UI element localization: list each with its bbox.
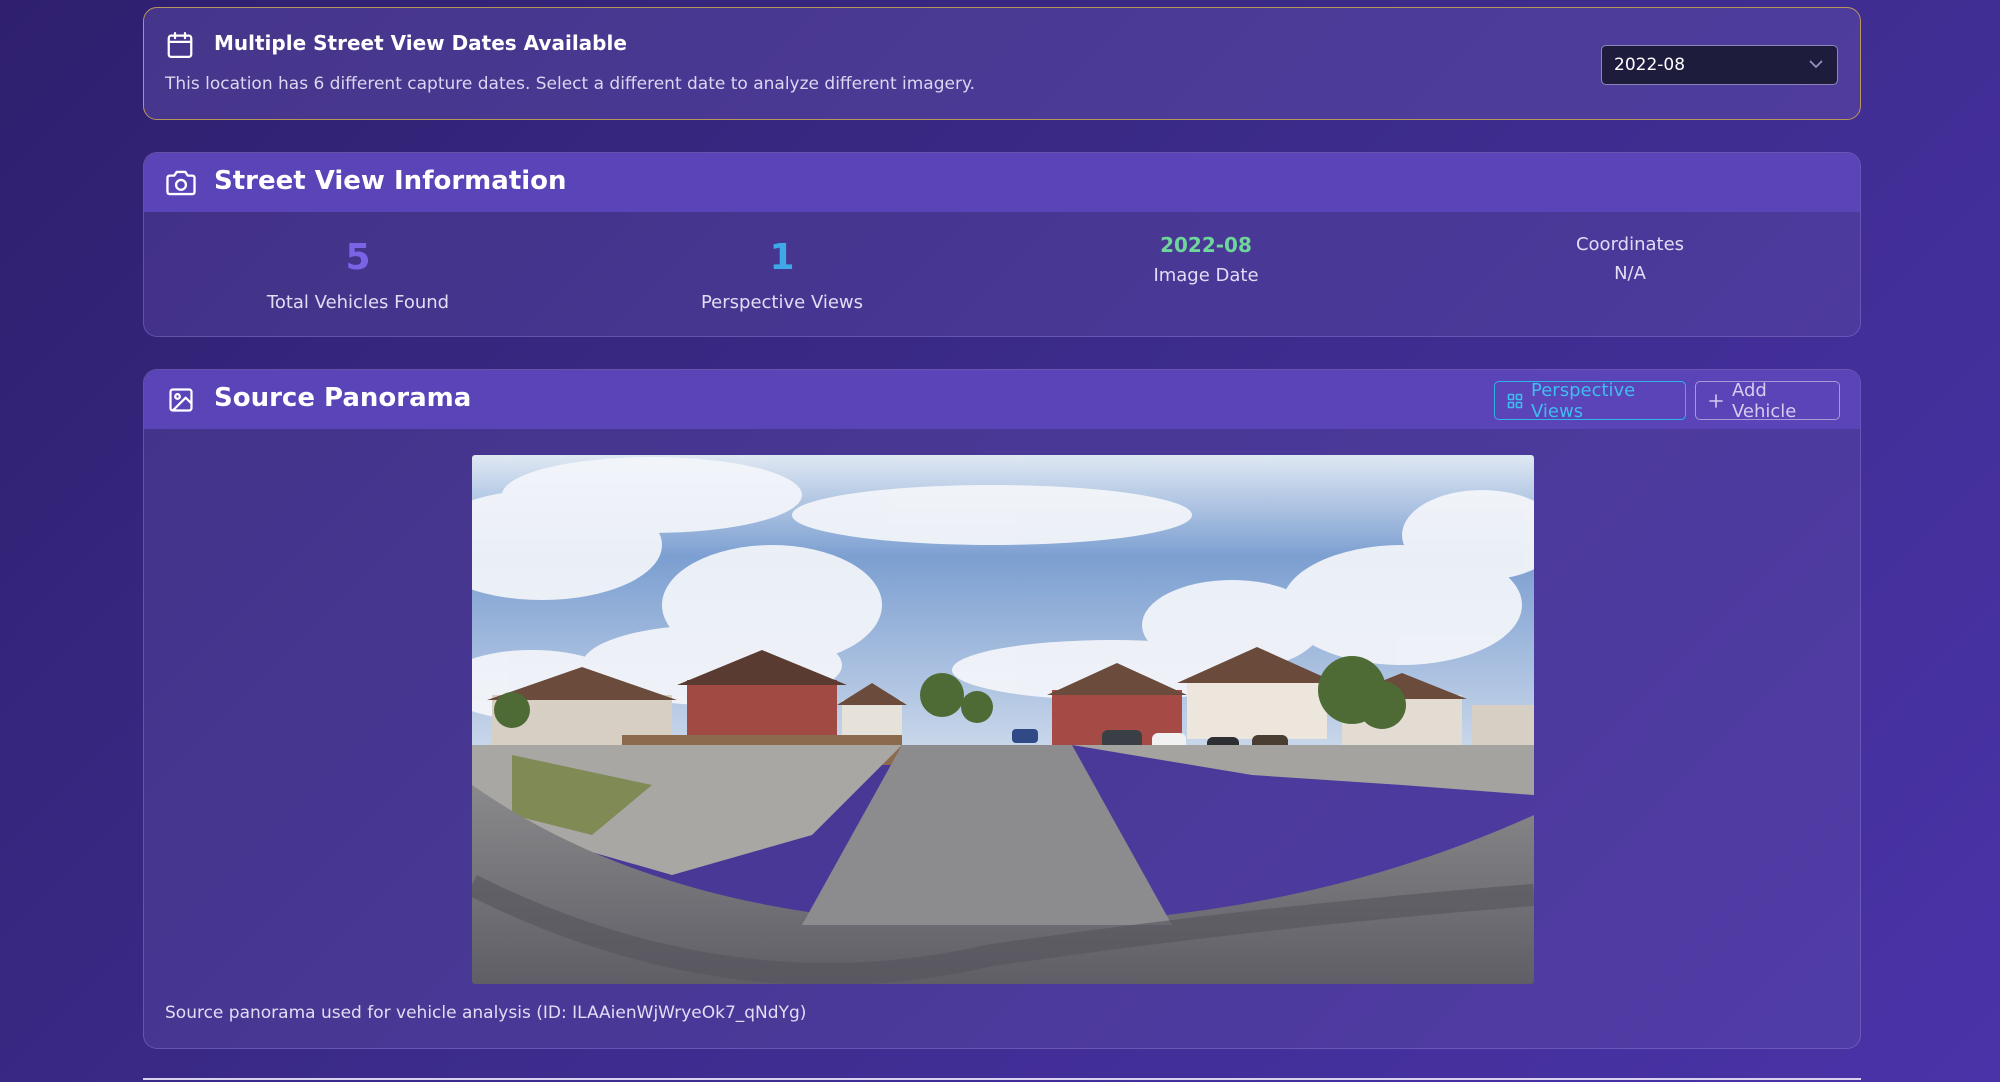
image-date-label: Image Date — [1153, 265, 1259, 286]
camera-icon — [166, 170, 196, 196]
add-vehicle-button-label: Add Vehicle — [1732, 379, 1797, 422]
stat-coordinates: Coordinates N/A — [1418, 234, 1842, 284]
page: Multiple Street View Dates Available Thi… — [143, 7, 1861, 1049]
total-vehicles-label: Total Vehicles Found — [266, 292, 450, 313]
image-date-value: 2022-08 — [1160, 233, 1252, 257]
grid-icon — [1507, 393, 1523, 408]
notice-title: Multiple Street View Dates Available — [214, 31, 627, 55]
plus-icon — [1709, 393, 1723, 408]
date-select-value: 2022-08 — [1614, 55, 1686, 75]
perspective-views-button[interactable]: Perspective Views — [1494, 379, 1686, 422]
panorama-card-header: Source Panorama Perspective Views Add Ve… — [144, 370, 1860, 429]
image-icon — [169, 388, 193, 412]
panorama-caption: Source panorama used for vehicle analysi… — [165, 1003, 807, 1023]
stat-perspective-views: 1 Perspective Views — [570, 237, 994, 314]
date-select[interactable]: 2022-08 — [1601, 45, 1838, 85]
chevron-down-icon — [1809, 60, 1823, 69]
info-card-title: Street View Information — [214, 166, 567, 196]
notice-description: This location has 6 different capture da… — [165, 74, 975, 94]
stat-image-date: 2022-08 Image Date — [994, 233, 1418, 286]
stat-total-vehicles: 5 Total Vehicles Found — [146, 237, 570, 314]
coordinates-value: N/A — [1614, 263, 1646, 284]
perspective-views-button-label: Perspective Views — [1531, 379, 1636, 422]
multiple-dates-notice: Multiple Street View Dates Available Thi… — [143, 7, 1861, 120]
source-panorama-card: Source Panorama Perspective Views Add Ve… — [143, 369, 1861, 1049]
add-vehicle-button[interactable]: Add Vehicle — [1695, 379, 1840, 422]
panorama-card-title: Source Panorama — [214, 383, 472, 413]
total-vehicles-value: 5 — [345, 237, 371, 278]
next-card-border — [143, 1078, 1861, 1080]
panorama-illustration — [472, 455, 1534, 984]
coordinates-label: Coordinates — [1575, 234, 1685, 255]
info-card-header: Street View Information — [144, 153, 1860, 212]
perspective-views-value: 1 — [769, 237, 795, 278]
street-view-info-card: Street View Information 5 Total Vehicles… — [143, 152, 1861, 337]
calendar-icon — [167, 32, 193, 58]
perspective-views-label: Perspective Views — [700, 292, 864, 313]
panorama-image — [472, 455, 1534, 984]
stats-row: 5 Total Vehicles Found 1 Perspective Vie… — [144, 212, 1860, 336]
